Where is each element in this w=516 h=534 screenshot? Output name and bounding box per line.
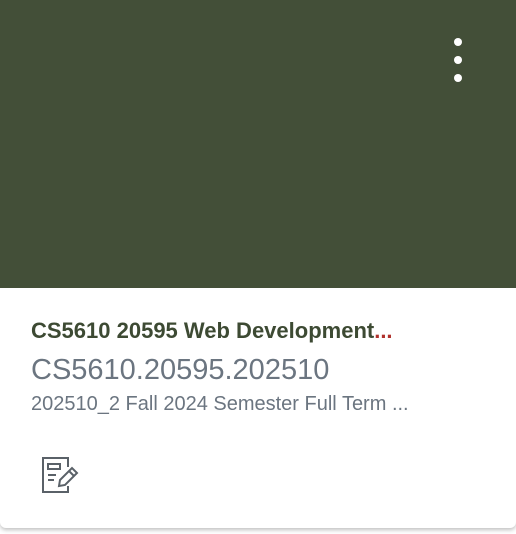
course-title-link[interactable]: CS5610 20595 Web Development... [31, 314, 481, 348]
course-card-header[interactable] [0, 0, 516, 288]
course-card-body: CS5610 20595 Web Development... CS5610.2… [31, 314, 481, 418]
title-ellipsis: ... [374, 318, 393, 343]
card-options-menu-button[interactable] [444, 34, 472, 86]
dot [454, 56, 462, 64]
course-term: 202510_2 Fall 2024 Semester Full Term ..… [31, 393, 409, 415]
dot [454, 38, 462, 46]
course-title: CS5610 20595 Web Development [31, 318, 375, 343]
dot [454, 74, 462, 82]
course-code: CS5610.20595.202510 [31, 354, 330, 386]
assignments-icon[interactable] [40, 455, 80, 495]
course-card: CS5610 20595 Web Development... CS5610.2… [0, 0, 516, 528]
